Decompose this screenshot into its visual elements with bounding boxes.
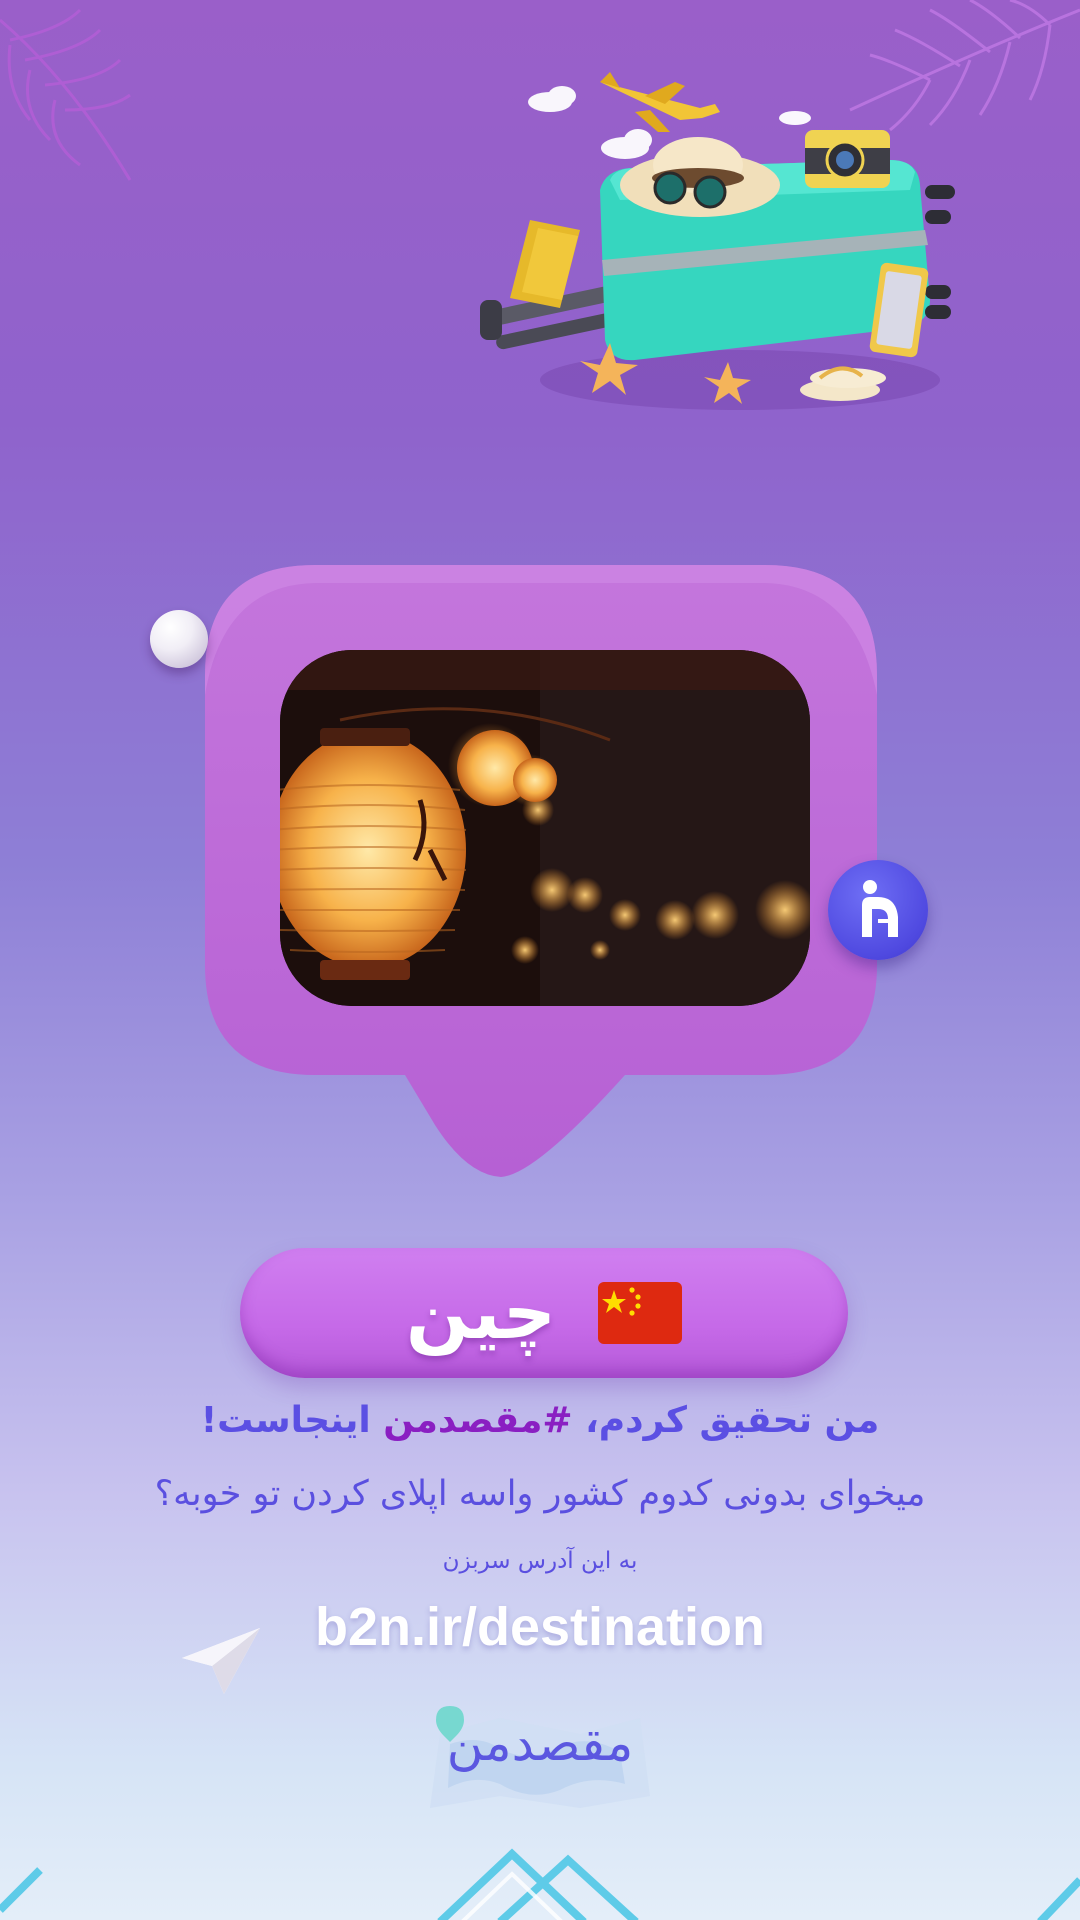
airplane-icon (600, 72, 720, 132)
logo-text: مقصدمن (446, 1714, 634, 1772)
decorative-pearl (150, 610, 208, 668)
hashtag[interactable]: #مقصدمن (383, 1400, 572, 1441)
hint-text: به این آدرس سربزن (442, 1548, 638, 1574)
travel-suitcase-illustration (480, 72, 955, 410)
country-label-pill: چین (240, 1248, 848, 1378)
china-flag-icon (598, 1282, 683, 1344)
destination-link[interactable]: b2n.ir/destination (0, 1596, 1080, 1658)
headline: من تحقیق کردم، #مقصدمن اینجاست! (0, 1400, 1080, 1441)
country-name: چین (405, 1270, 557, 1356)
brand-badge-icon (828, 860, 928, 960)
cursor-arrow-icon (182, 1628, 260, 1694)
bottom-decoration (0, 1848, 1080, 1920)
headline-part1: من تحقیق کردم، (585, 1400, 880, 1441)
palm-leaf-left-icon (0, 8, 132, 181)
camera-icon (805, 130, 890, 188)
lanterns-photo-illustration (280, 650, 810, 1006)
logo: مقصدمن (420, 1704, 660, 1814)
question-text: میخوای بدونی کدوم کشور واسه اپلای کردن ت… (154, 1474, 926, 1514)
headline-part2: اینجاست! (200, 1400, 371, 1441)
destination-photo (280, 650, 810, 1006)
